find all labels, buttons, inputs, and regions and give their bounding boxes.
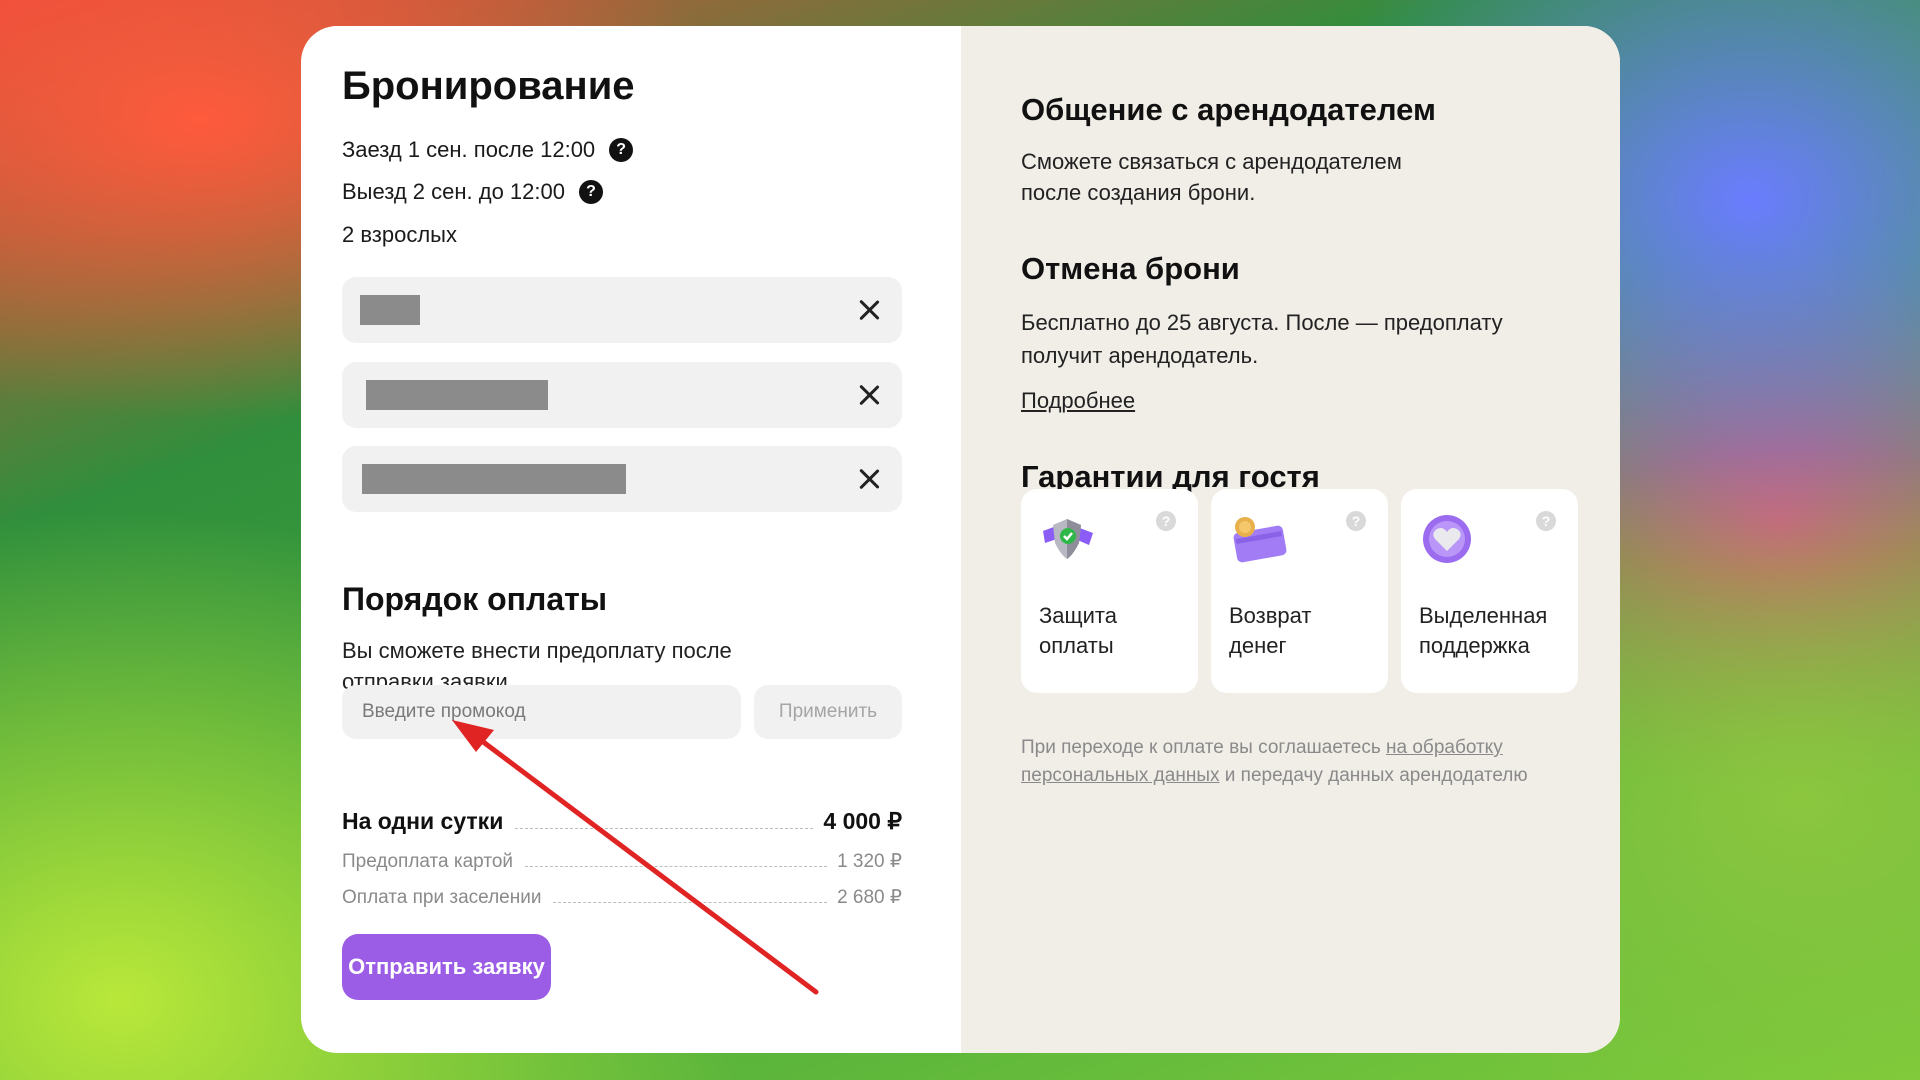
prepay-value: 1 320 ₽ [837,851,902,872]
checkout-line: Выезд 2 сен. до 12:00 ? [342,179,603,205]
guarantee-label-line: Защита [1039,603,1117,628]
per-day-label: На одни сутки [342,808,504,834]
shield-icon [1043,519,1093,559]
contact-title: Общение с арендодателем [1021,92,1436,127]
guest-field-1[interactable] [342,277,902,343]
contact-text-line: Сможете связаться с арендодателем [1021,149,1402,174]
guests-count: 2 взрослых [342,222,457,248]
checkin-line: Заезд 1 сен. после 12:00 ? [342,137,634,163]
help-icon[interactable]: ? [1346,511,1366,531]
guarantee-tiles: ? Защита оплаты ? Возврат денег ? Выделе… [1021,489,1578,693]
checkin-text: Заезд 1 сен. после 12:00 [342,137,596,162]
checkout-text: Выезд 2 сен. до 12:00 [342,179,565,204]
booking-card: Бронирование Заезд 1 сен. после 12:00 ? … [301,26,1620,1053]
booking-panel: Бронирование Заезд 1 сен. после 12:00 ? … [301,26,961,1053]
guarantee-label-line: Возврат [1229,603,1312,628]
close-icon[interactable] [856,297,882,323]
checkout-help-icon[interactable]: ? [579,180,603,204]
guarantee-tile-payment-protection[interactable]: ? Защита оплаты [1021,489,1198,693]
onsite-value: 2 680 ₽ [837,887,902,908]
more-info-link[interactable]: Подробнее [1021,385,1135,416]
dotted-leader [515,828,814,829]
close-icon[interactable] [856,382,882,408]
guarantee-label-line: поддержка [1419,633,1530,658]
close-icon[interactable] [856,466,882,492]
guarantee-label: Возврат денег [1229,601,1379,661]
prepay-row: Предоплата картой 1 320 ₽ [342,850,902,873]
cancel-text: Бесплатно до 25 августа. После — предопл… [1021,306,1503,372]
redacted-name [360,295,420,325]
help-icon[interactable]: ? [1536,511,1556,531]
booking-title: Бронирование [342,64,635,108]
checkin-help-icon[interactable]: ? [609,138,634,162]
guarantee-label-line: оплаты [1039,633,1114,658]
dotted-leader [525,866,828,867]
guest-field-3[interactable] [342,446,902,512]
payment-title: Порядок оплаты [342,581,608,617]
per-day-value: 4 000 ₽ [823,808,902,834]
legal-text: При переходе к оплате вы соглашаетесь [1021,737,1387,758]
info-panel: Общение с арендодателем Сможете связатьс… [961,26,1620,1053]
legal-note: При переходе к оплате вы соглашаетесь на… [1021,734,1581,790]
guest-field-2[interactable] [342,362,902,428]
redacted-name [366,380,548,410]
cancel-text-line: получит арендодатель. [1021,343,1259,368]
guarantee-label-line: денег [1229,633,1287,658]
onsite-row: Оплата при заселении 2 680 ₽ [342,886,902,909]
apply-promo-button[interactable]: Применить [754,685,902,739]
guarantee-label-line: Выделенная [1419,603,1548,628]
cancel-title: Отмена брони [1021,251,1240,286]
help-icon[interactable]: ? [1156,511,1176,531]
redacted-name [362,464,626,494]
legal-text: и передачу данных арендодателю [1219,765,1528,786]
submit-request-button[interactable]: Отправить заявку [342,934,551,1000]
guests-count-text: 2 взрослых [342,222,457,247]
guarantee-tile-support[interactable]: ? Выделенная поддержка [1401,489,1578,693]
prepay-label: Предоплата картой [342,851,513,872]
card-coin-icon [1233,517,1287,563]
guarantee-label: Выделенная поддержка [1419,601,1569,661]
promo-code-input[interactable] [342,685,741,739]
onsite-label: Оплата при заселении [342,887,542,908]
per-day-row: На одни сутки 4 000 ₽ [342,808,902,835]
contact-text-line: после создания брони. [1021,180,1256,205]
cancel-text-line: Бесплатно до 25 августа. После — предопл… [1021,310,1503,335]
contact-text: Сможете связаться с арендодателем после … [1021,146,1402,208]
guarantee-tile-money-back[interactable]: ? Возврат денег [1211,489,1388,693]
heart-icon [1423,515,1471,563]
dotted-leader [553,902,828,903]
guarantee-label: Защита оплаты [1039,601,1189,661]
